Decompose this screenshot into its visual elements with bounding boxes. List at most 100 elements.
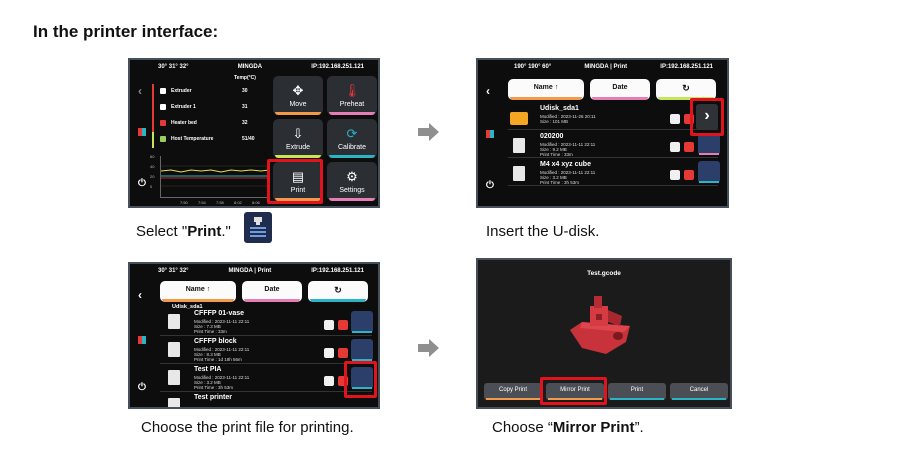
chart-x-tick: 7:50 xyxy=(180,200,188,205)
temp-row-label: Heater bed xyxy=(171,120,197,126)
copy-print-button-accent xyxy=(486,398,540,400)
print-file-button[interactable] xyxy=(351,339,373,361)
print-button-accent xyxy=(352,331,372,333)
printer-glyph xyxy=(250,217,266,237)
sort-name-button[interactable]: Name ↑ xyxy=(160,281,236,302)
caption-step2: Insert the U-disk. xyxy=(486,223,600,240)
sort-date-button[interactable]: Date xyxy=(590,79,650,100)
folder-icon xyxy=(510,112,528,125)
cancel-button[interactable]: Cancel xyxy=(670,383,728,400)
back-icon[interactable]: ‹ xyxy=(486,84,490,98)
extrude-accent-bar xyxy=(275,155,321,158)
preheat-tile[interactable]: 🌡 Preheat xyxy=(327,76,377,115)
thermometer-icon xyxy=(160,120,166,126)
print-button-accent xyxy=(699,181,719,183)
delete-icon[interactable] xyxy=(684,170,694,180)
file-row[interactable]: Test printer xyxy=(160,394,372,407)
power-icon[interactable]: ⏻ xyxy=(138,382,146,393)
file-meta: Modified : 2023-11-11 22:11 Size : 7.3 MB… xyxy=(194,319,249,334)
refresh-button[interactable]: ↻ xyxy=(308,281,368,302)
power-icon[interactable]: ⏻ xyxy=(138,178,146,189)
temp-row: Host Temperature 51/40 xyxy=(160,134,260,146)
file-row[interactable]: 020200 Modified : 2023-11-11 22:11 Size : … xyxy=(508,132,720,158)
temp-section-accent xyxy=(152,84,154,148)
file-row[interactable]: Test PIA Modified : 2023-11-11 22:11 Size … xyxy=(160,366,373,392)
temp-row: Heater bed 32 xyxy=(160,118,260,130)
copy-icon[interactable] xyxy=(670,142,680,152)
brand-label: MINGDA xyxy=(237,64,263,70)
move-icon: ✥ xyxy=(292,83,304,98)
file-name: 020200 xyxy=(540,133,564,140)
file-name: CFFFP block xyxy=(194,338,237,345)
print-file-button[interactable] xyxy=(698,161,720,183)
file-row[interactable]: CFFFP block Modified : 2023-11-11 22:11 Si… xyxy=(160,338,373,364)
file-icon xyxy=(513,138,525,153)
benchy-model-preview xyxy=(570,296,630,354)
power-icon[interactable]: ⏻ xyxy=(486,180,494,191)
app-grid-icon[interactable] xyxy=(138,336,146,344)
ip-label: IP:192.168.251.121 xyxy=(311,268,364,274)
app-grid-icon[interactable] xyxy=(486,130,494,138)
file-meta-line: Print Time : 1d 18h 56m xyxy=(194,357,242,362)
copy-icon[interactable] xyxy=(670,170,680,180)
file-icon xyxy=(513,166,525,181)
file-icon xyxy=(168,314,180,329)
file-name: Test printer xyxy=(194,394,232,401)
chart-y-tick: 0 xyxy=(150,184,153,189)
extrude-tile[interactable]: ⇩ Extrude xyxy=(273,119,323,158)
calibrate-label: Calibrate xyxy=(337,144,366,151)
sort-date-button[interactable]: Date xyxy=(242,281,302,302)
chart-y-tick: 60 xyxy=(150,154,155,159)
move-tile[interactable]: ✥ Move xyxy=(273,76,323,115)
copy-print-button-label: Copy Print xyxy=(498,387,527,393)
copy-icon[interactable] xyxy=(324,376,334,386)
copy-print-button[interactable]: Copy Print xyxy=(484,383,542,400)
temp-header: Temp(°C) xyxy=(234,75,256,81)
copy-icon[interactable] xyxy=(324,320,334,330)
file-title: Test.gcode xyxy=(587,270,621,277)
mirror-print-highlight-box xyxy=(540,377,607,405)
copy-icon[interactable] xyxy=(324,348,334,358)
brand-label: MINGDA | Print xyxy=(228,268,272,274)
delete-icon[interactable] xyxy=(338,348,348,358)
next-button[interactable]: › xyxy=(696,104,718,130)
ip-label: IP:192.168.251.121 xyxy=(311,64,364,70)
sort-date-label: Date xyxy=(612,84,628,91)
chart-lines xyxy=(161,165,269,187)
delete-icon[interactable] xyxy=(338,320,348,330)
brand-label: MINGDA | Print xyxy=(584,64,628,70)
back-icon[interactable]: ‹ xyxy=(138,288,142,302)
arrow-right-icon xyxy=(418,339,439,357)
file-name: CFFFP 01-vase xyxy=(194,310,245,317)
print-file-button[interactable] xyxy=(698,133,720,155)
caption-step3: Choose the print file for printing. xyxy=(141,419,354,436)
sort-name-button[interactable]: Name ↑ xyxy=(508,79,584,100)
status-bar: 190° 190° 60° MINGDA | Print IP:192.168.… xyxy=(506,60,721,74)
file-row[interactable]: CFFFP 01-vase Modified : 2023-11-11 22:11… xyxy=(160,310,373,336)
file-list-screen: 30° 31° 32° MINGDA | Print IP:192.168.25… xyxy=(128,262,380,409)
app-grid-icon[interactable] xyxy=(138,128,146,136)
extrude-icon: ⇩ xyxy=(292,126,304,141)
arrow-right-icon xyxy=(418,123,439,141)
back-icon[interactable]: ‹ xyxy=(138,84,142,98)
caption-step1-pre: Select " xyxy=(136,223,188,240)
print-button-accent xyxy=(699,153,719,155)
file-name: M4 x4 xyz cube xyxy=(540,161,591,168)
move-label: Move xyxy=(289,101,307,108)
file-row[interactable]: Udisk_sda1 Modified : 2023-11-26 20:11 Siz… xyxy=(508,104,718,130)
calibrate-tile[interactable]: ⟳ Calibrate xyxy=(327,119,377,158)
file-row[interactable]: M4 x4 xyz cube Modified : 2023-11-11 22:1… xyxy=(508,160,720,186)
temp-row-value: 32 xyxy=(242,120,248,126)
print-file-button[interactable] xyxy=(351,311,373,333)
file-meta: Modified : 2023-11-11 22:11 Size : 3.2 MB… xyxy=(194,375,249,390)
settings-tile[interactable]: ⚙ Settings xyxy=(327,162,377,201)
file-icon xyxy=(168,398,180,407)
file-meta: Modified : 2023-11-11 22:11 Size : 9.2 MB… xyxy=(540,142,595,157)
delete-icon[interactable] xyxy=(684,142,694,152)
refresh-button[interactable]: ↻ xyxy=(656,79,716,100)
copy-icon[interactable] xyxy=(670,114,680,124)
file-meta-line: Print Time : 33m xyxy=(194,329,227,334)
calibrate-accent-bar xyxy=(329,155,375,158)
print-button[interactable]: Print xyxy=(608,383,666,400)
caption-step4-post: ”. xyxy=(634,419,644,436)
